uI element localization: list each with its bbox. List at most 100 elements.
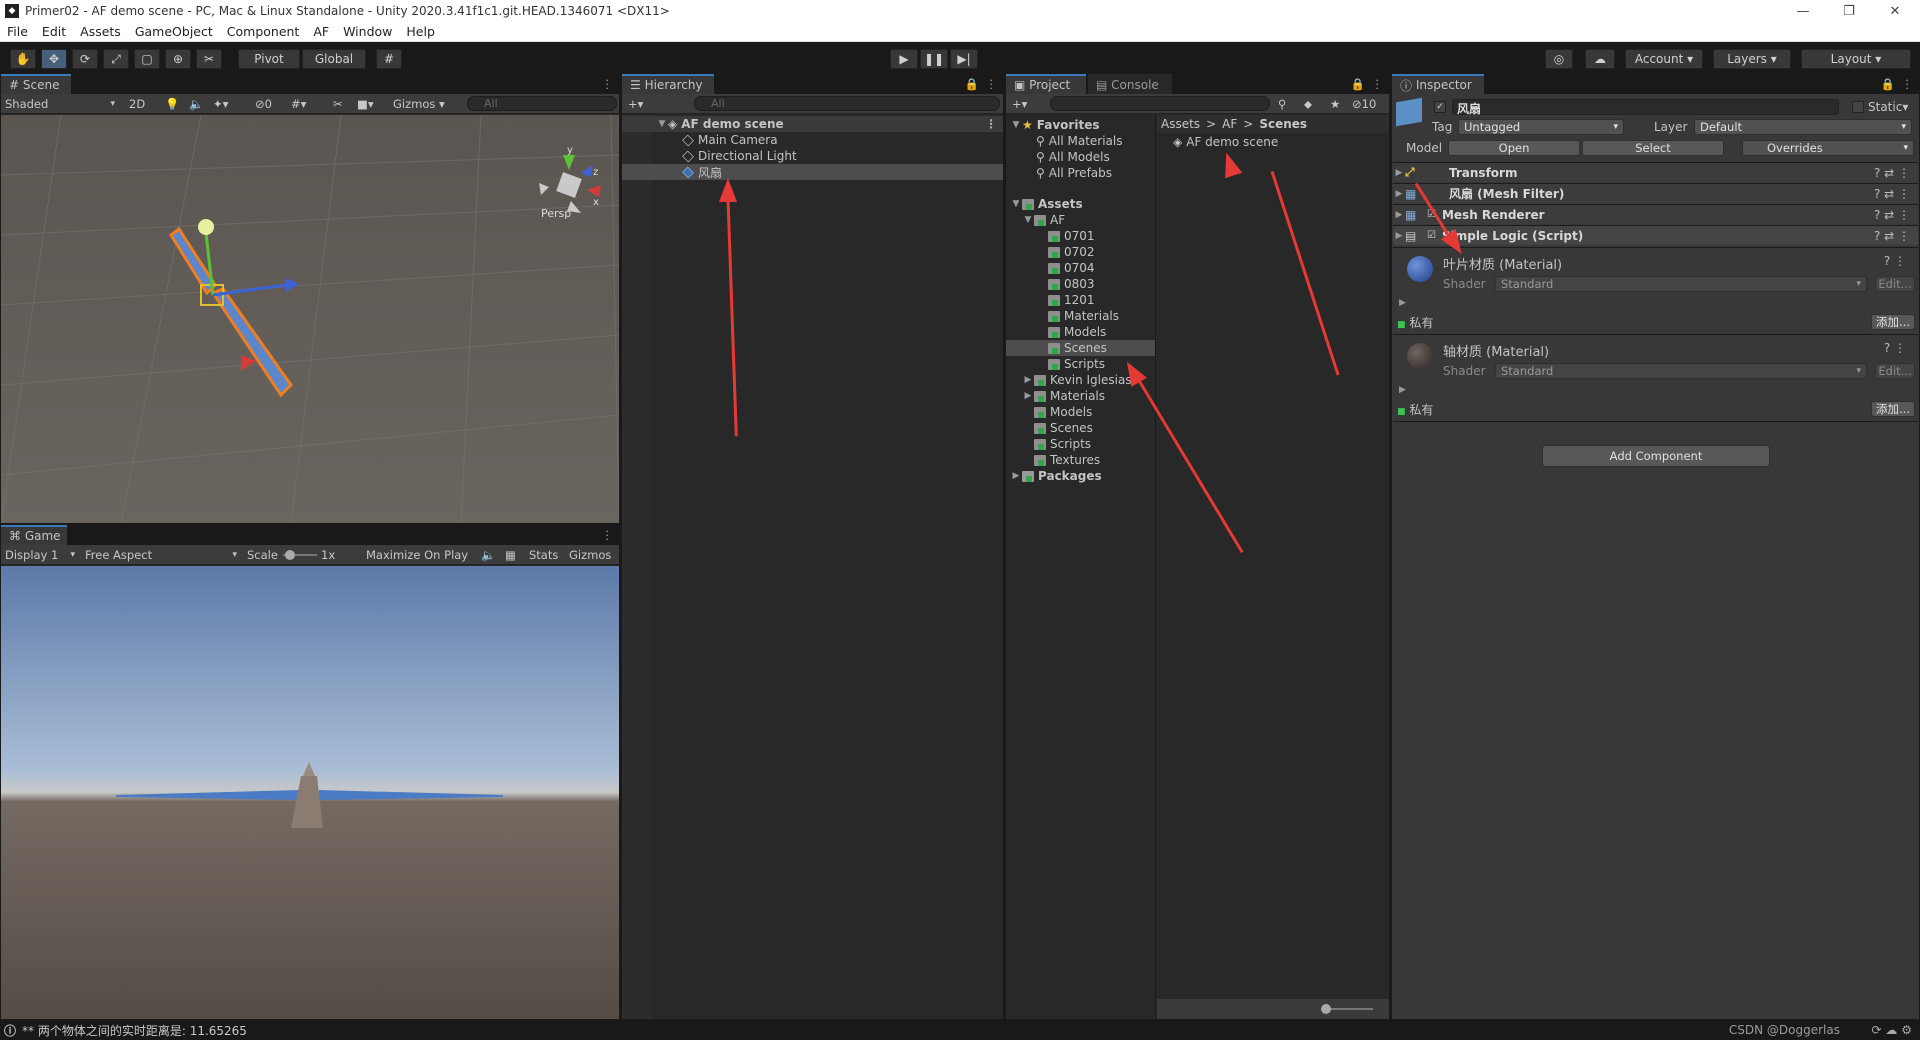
folder-row[interactable]: 0803 [1006,276,1155,292]
folder-row[interactable]: Models [1006,324,1155,340]
layout-dropdown[interactable]: Layout ▾ [1801,49,1911,69]
overrides-dropdown[interactable]: Overrides [1742,140,1914,156]
game-viewport[interactable] [1,566,619,1019]
maximize-button[interactable]: ❐ [1826,0,1872,22]
kebab-menu-icon[interactable]: ⋮ [1372,76,1384,92]
cloud-icon[interactable]: ☁ [1585,49,1615,69]
pause-button[interactable]: ❚❚ [920,49,948,69]
layers-dropdown[interactable]: Layers ▾ [1713,49,1791,69]
expand-arrow-icon[interactable]: ▼ [1010,199,1022,209]
aspect-dropdown[interactable]: Free Aspect ▾ [85,547,239,563]
shader-dropdown[interactable]: Standard [1495,276,1867,292]
component-mesh-filter[interactable]: ▶ ▦ 风扇 (Mesh Filter)? ⇄ ⋮ [1393,183,1918,203]
add-component-button[interactable]: Add Component [1542,445,1770,467]
menu-edit[interactable]: Edit [35,24,73,39]
transform-tool-icon[interactable]: ⊕ [165,49,191,69]
select-button[interactable]: Select [1582,140,1724,156]
object-name-field[interactable]: 风扇 [1452,99,1839,116]
scale-tool-icon[interactable]: ⤢ [103,49,129,69]
hierarchy-search-input[interactable]: All [694,96,1000,111]
kebab-menu-icon[interactable]: ⋮ [986,76,998,92]
folder-row[interactable]: Textures [1006,452,1155,468]
favorites-row[interactable]: ▼ ★ Favorites [1006,117,1155,133]
create-add-icon[interactable]: +▾ [628,96,643,112]
component-menu-icons[interactable]: ? ⇄ ⋮ [1874,187,1910,201]
play-button[interactable]: ▶ [890,49,918,69]
expand-arrow-icon[interactable]: ▼ [1010,120,1022,130]
hand-tool-icon[interactable]: ✋ [10,49,36,69]
pivot-toggle[interactable]: Pivot [238,49,300,69]
folder-row[interactable]: ▶ Materials [1006,388,1155,404]
collapse-arrow-icon[interactable]: ▶ [1393,189,1405,199]
hierarchy-item-main-camera[interactable]: Main Camera [622,132,1003,148]
folder-row[interactable]: 1201 [1006,292,1155,308]
stats-icon[interactable]: ▦ [505,547,516,563]
expand-arrow-icon[interactable]: ▼ [1022,215,1034,225]
kebab-menu-icon[interactable]: ⋮ [602,527,614,543]
tab-inspector[interactable]: ⓘ Inspector [1392,74,1484,94]
gizmos-dropdown[interactable]: Gizmos ▾ [393,96,455,112]
collapse-arrow-icon[interactable]: ▶ [1010,471,1022,481]
collapse-arrow-icon[interactable]: ▶ [1393,168,1405,178]
component-mesh-renderer[interactable]: ▶ ▦ ☑ Mesh Renderer? ⇄ ⋮ [1393,204,1918,224]
mode-2d-toggle[interactable]: 2D [129,96,149,112]
status-icons[interactable]: ⟳ ☁ ⚙ [1872,1023,1912,1037]
assets-row[interactable]: ▼ Assets [1006,196,1155,212]
shader-dropdown[interactable]: Standard [1495,363,1867,379]
component-menu-icons[interactable]: ? ⇄ ⋮ [1874,229,1910,243]
static-checkbox[interactable] [1852,101,1864,113]
breadcrumb-item[interactable]: Scenes [1259,117,1307,131]
mute-audio-icon[interactable]: 🔈 [481,547,495,563]
folder-row[interactable]: Scripts [1006,436,1155,452]
kebab-menu-icon[interactable]: ⋮ [1902,76,1914,92]
component-menu-icons[interactable]: ? ⇄ ⋮ [1874,208,1910,222]
create-add-icon[interactable]: +▾ [1012,96,1027,112]
tab-game[interactable]: ⌘ Game [1,525,67,545]
breadcrumb-item[interactable]: Assets [1161,117,1200,131]
move-tool-icon[interactable]: ✥ [41,49,67,69]
shading-dropdown[interactable]: Shaded ▾ [5,96,117,112]
folder-row-scenes[interactable]: Scenes [1006,340,1155,356]
grid-icon[interactable]: #▾ [291,96,306,112]
favorite-item[interactable]: ⚲ All Prefabs [1006,165,1155,181]
scene-viewport[interactable]: y x z Persp [1,115,619,523]
scale-slider[interactable] [283,547,317,563]
favorite-item[interactable]: ⚲ All Materials [1006,133,1155,149]
camera-icon[interactable]: ■▾ [357,96,374,112]
favorite-item[interactable]: ⚲ All Models [1006,149,1155,165]
folder-row[interactable]: 0702 [1006,244,1155,260]
folder-row-af[interactable]: ▼ AF [1006,212,1155,228]
material-menu-icons[interactable]: ? ⋮ [1884,341,1906,355]
effects-icon[interactable]: ✦▾ [213,96,228,112]
collapse-arrow-icon[interactable]: ▶ [1393,210,1405,220]
add-button[interactable]: 添加... [1871,401,1915,417]
folder-row[interactable]: 0704 [1006,260,1155,276]
display-dropdown[interactable]: Display 1 ▾ [5,547,77,563]
material-menu-icons[interactable]: ? ⋮ [1884,254,1906,268]
rect-tool-icon[interactable]: ▢ [134,49,160,69]
audio-icon[interactable]: 🔈 [189,96,203,112]
component-menu-icons[interactable]: ? ⇄ ⋮ [1874,166,1910,180]
tab-console[interactable]: ▤ Console [1088,74,1172,94]
minimize-button[interactable]: — [1780,0,1826,22]
lock-icon[interactable]: 🔒 [965,76,979,92]
collapse-arrow-icon[interactable]: ▶ [1399,385,1406,395]
component-simple-logic[interactable]: ▶ ▤ ☑ Simple Logic (Script)? ⇄ ⋮ [1393,225,1918,245]
folder-row[interactable]: Models [1006,404,1155,420]
icon-size-slider[interactable] [1321,1004,1373,1014]
hidden-objects-icon[interactable]: ⊘ 0 [255,96,272,112]
add-button[interactable]: 添加... [1871,314,1915,330]
collapse-arrow-icon[interactable]: ▶ [1393,231,1405,241]
filter-label-icon[interactable]: ⬥ [1304,96,1312,112]
status-message[interactable]: ** 两个物体之间的实时距离是: 11.65265 [22,1022,247,1039]
menu-file[interactable]: File [0,24,35,39]
layer-dropdown[interactable]: Default [1694,119,1912,135]
tag-dropdown[interactable]: Untagged [1458,119,1624,135]
folder-row[interactable]: Materials [1006,308,1155,324]
folder-row[interactable]: Scenes [1006,420,1155,436]
kebab-menu-icon[interactable]: ⋮ [985,117,997,131]
collapse-arrow-icon[interactable]: ▶ [1399,298,1406,308]
packages-row[interactable]: ▶ Packages [1006,468,1155,484]
breadcrumb-item[interactable]: AF [1222,117,1237,131]
menu-help[interactable]: Help [399,24,442,39]
